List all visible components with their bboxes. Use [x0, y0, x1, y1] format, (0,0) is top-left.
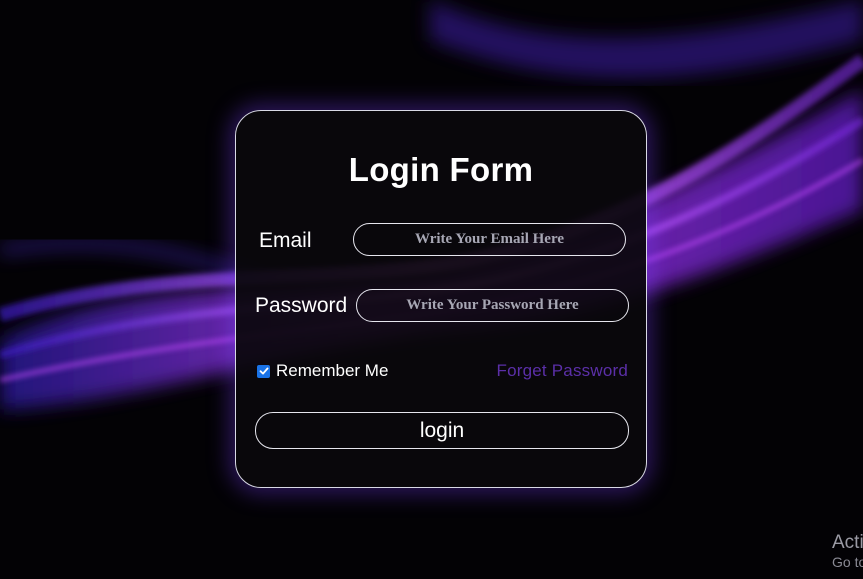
password-input[interactable]: [356, 289, 629, 322]
check-icon: [259, 367, 268, 375]
email-input[interactable]: [353, 223, 626, 256]
watermark-line-2: Go to: [832, 554, 863, 570]
password-label: Password: [255, 294, 348, 317]
remember-me-checkbox[interactable]: [257, 364, 270, 378]
form-title: Login Form: [348, 151, 534, 188]
login-card: Login Form Email Password Remember Me Fo…: [235, 110, 647, 488]
watermark-line-1: Acti: [832, 532, 863, 553]
activate-windows-watermark: Acti Go to: [832, 531, 863, 571]
remember-me-label: Remember Me: [276, 361, 389, 380]
email-label: Email: [259, 229, 312, 252]
remember-me-row[interactable]: Remember Me: [257, 361, 388, 381]
forget-password-link[interactable]: Forget Password: [497, 361, 629, 381]
page-background: Login Form Email Password Remember Me Fo…: [0, 0, 863, 579]
login-button[interactable]: login: [255, 412, 629, 449]
